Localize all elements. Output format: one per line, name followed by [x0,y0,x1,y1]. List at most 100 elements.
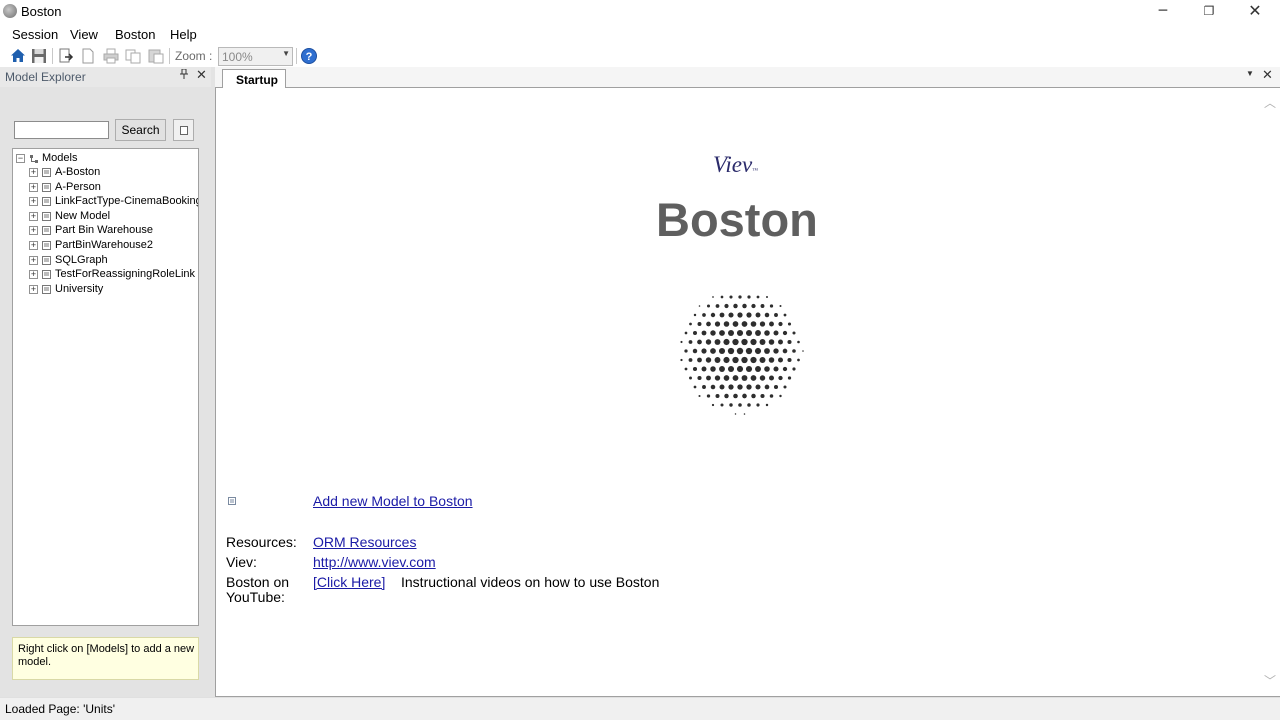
sphere-dot [742,303,747,309]
scroll-down-icon[interactable]: ﹀ [1264,672,1276,689]
search-button[interactable]: Search [115,119,166,141]
sphere-dot [729,295,733,299]
new-page-icon[interactable] [79,47,97,65]
sphere-dot [755,366,761,372]
sphere-dot [714,357,721,363]
panel-header: Model Explorer ✕ [0,67,211,87]
sphere-dot [727,365,735,373]
sphere-dot [705,339,712,345]
close-window-button[interactable]: ✕ [1232,0,1278,23]
sphere-dot [759,321,766,327]
sphere-dot [773,330,779,336]
sphere-dot [759,375,766,381]
sphere-dot [779,304,782,308]
sphere-dot [734,413,737,415]
expand-icon[interactable]: + [29,240,38,250]
sphere-dot [719,384,725,390]
toolbar-separator [52,48,53,64]
sphere-dot [720,295,724,299]
sphere-dot [768,339,775,345]
sphere-dot [769,304,774,308]
youtube-label-line2: YouTube: [226,589,285,605]
sphere-dot [755,384,761,390]
resources-label: Resources: [226,534,297,550]
sphere-dot [773,366,779,372]
sphere-dot [754,347,762,355]
sphere-dot [719,312,725,318]
sphere-dot [751,303,756,309]
sphere-dot [751,393,756,399]
sphere-dot [787,339,792,345]
save-icon[interactable] [30,47,48,65]
help-icon[interactable]: ? [301,48,317,64]
sphere-dot [773,348,779,354]
document-area: Startup ▼ ✕ ︿ ﹀ Viev™ Boston Add new Mod… [215,67,1280,697]
pin-icon[interactable] [180,68,188,81]
expand-icon[interactable]: + [29,196,38,206]
sphere-dot [732,338,739,346]
youtube-link[interactable]: [Click Here] [313,574,385,590]
tree-options-button[interactable] [173,119,194,141]
sphere-dot [747,295,751,299]
sphere-dot [684,331,688,335]
menu-view[interactable]: View [70,27,98,42]
youtube-label-line1: Boston on [226,574,290,590]
copy-icon[interactable] [124,47,142,65]
sphere-dot [756,403,760,407]
search-input[interactable] [14,121,109,139]
sphere-dot [764,366,770,372]
sphere-dot [728,384,734,390]
sphere-dot [741,338,748,346]
sphere-dot [711,403,715,407]
sphere-dot [714,375,721,381]
sphere-dot [684,367,688,371]
orm-resources-link[interactable]: ORM Resources [313,534,416,550]
sphere-dot [697,375,702,381]
add-new-model-link[interactable]: Add new Model to Boston [313,493,473,509]
sphere-dot [718,347,726,355]
expand-icon[interactable]: + [29,284,38,294]
sphere-dot [723,321,730,327]
sphere-dot [732,321,739,327]
tab-startup[interactable]: Startup [222,69,286,89]
expand-icon[interactable]: + [29,182,38,192]
sphere-dot [714,339,721,345]
sphere-dot [714,321,721,327]
sphere-dot [756,295,760,299]
sphere-dot [792,349,796,353]
sphere-dot [705,357,712,363]
expand-icon[interactable]: + [29,211,38,221]
export-icon[interactable] [57,47,75,65]
sphere-dot [759,357,766,363]
sphere-dot [733,303,738,309]
menu-boston[interactable]: Boston [115,27,155,42]
home-icon[interactable] [9,47,27,65]
menu-help[interactable]: Help [170,27,197,42]
sphere-dot [710,384,716,390]
sphere-dot [764,384,770,390]
restore-button[interactable]: ❐ [1186,0,1232,23]
sphere-dot [764,312,770,318]
close-icon[interactable]: ✕ [1262,67,1273,83]
sphere-dot [768,357,775,363]
sphere-dot [723,356,730,364]
menu-session[interactable]: Session [12,27,58,42]
paste-icon[interactable] [147,47,165,65]
expand-icon[interactable]: + [29,269,38,279]
sphere-dot [723,338,730,346]
viev-website-link[interactable]: http://www.viev.com [313,554,436,570]
scroll-up-icon[interactable]: ︿ [1264,94,1276,111]
sphere-dot [787,376,792,380]
sphere-dot [702,385,706,389]
sphere-dot [738,295,742,299]
tab-list-dropdown-icon[interactable]: ▼ [1246,69,1254,78]
expand-icon[interactable]: + [29,167,38,177]
close-icon[interactable]: ✕ [196,67,207,83]
expand-icon[interactable]: + [29,255,38,265]
sphere-dot [729,403,733,407]
collapse-icon[interactable]: − [16,153,25,163]
zoom-select[interactable]: 100% ▼ [218,47,293,66]
minimize-button[interactable]: ─ [1140,0,1186,23]
print-icon[interactable] [102,47,120,65]
expand-icon[interactable]: + [29,225,38,235]
